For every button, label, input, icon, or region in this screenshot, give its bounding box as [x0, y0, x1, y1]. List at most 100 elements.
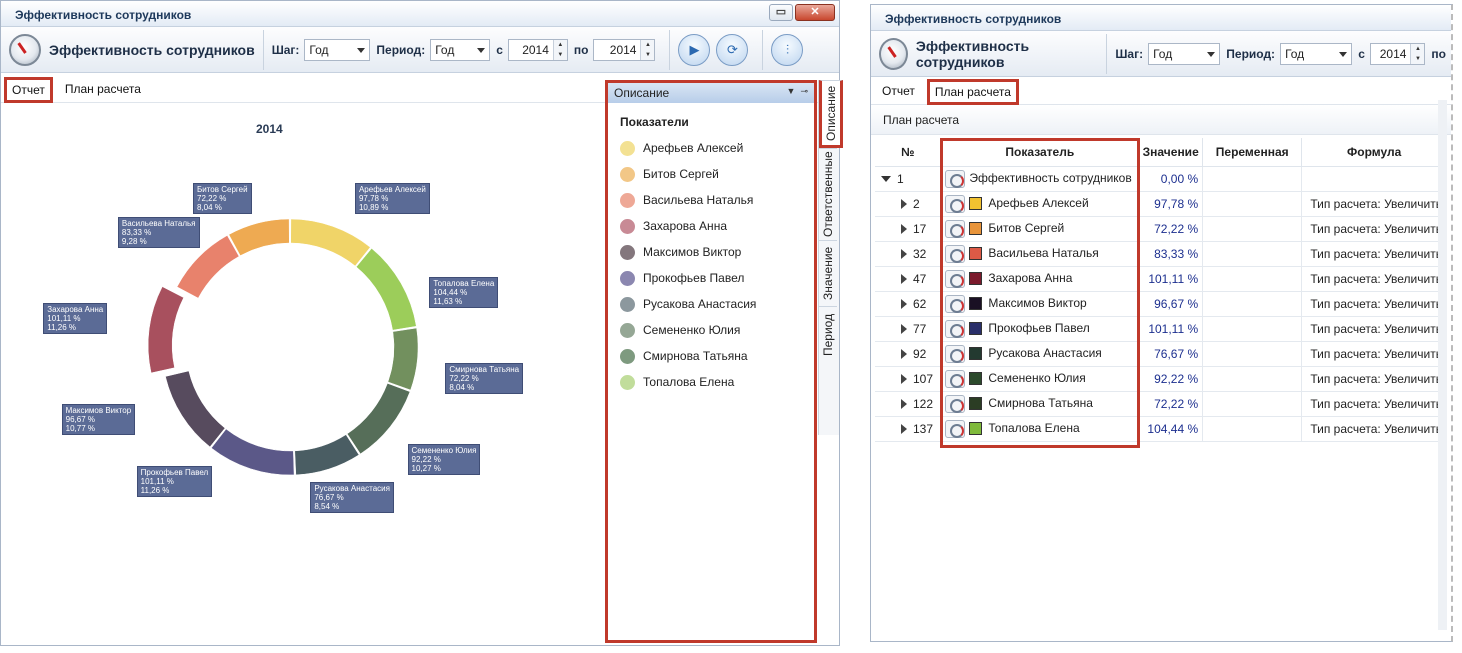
- period-select[interactable]: Год: [430, 38, 491, 61]
- legend-marker: [620, 192, 635, 208]
- spin-arrows-icon[interactable]: ▲ ▼: [1410, 43, 1425, 64]
- col-variable[interactable]: Переменная: [1202, 138, 1303, 167]
- run-button[interactable]: ▶: [678, 33, 711, 66]
- tab-report[interactable]: Отчет: [875, 79, 922, 104]
- expand-icon[interactable]: [901, 249, 907, 260]
- expand-icon[interactable]: [901, 424, 907, 435]
- donut-slice[interactable]: [147, 286, 184, 374]
- app-title: Эффективность сотрудников: [915, 37, 1030, 70]
- legend-item[interactable]: Прокофьев Павел: [608, 265, 814, 291]
- col-num[interactable]: №: [875, 138, 942, 167]
- dropdown-icon[interactable]: ▼: [787, 86, 796, 96]
- legend-marker: [620, 348, 635, 364]
- slice-label: Семененко Юлия 92,22 % 10,27 %: [407, 444, 481, 476]
- legend-label: Прокофьев Павел: [643, 271, 745, 285]
- cell-formula: Тип расчета: Увеличить: [1301, 391, 1447, 417]
- step-select[interactable]: Год: [304, 38, 371, 61]
- window-titlebar: Эффективность сотрудников ▭ ✕: [1, 1, 839, 27]
- expand-icon[interactable]: [901, 399, 907, 410]
- col-value[interactable]: Значение: [1138, 138, 1204, 167]
- legend-item[interactable]: Захарова Анна: [608, 213, 814, 239]
- tab-calc-plan[interactable]: План расчета: [926, 79, 1019, 105]
- donut-slice[interactable]: [211, 428, 295, 476]
- step-select[interactable]: Год: [1148, 42, 1221, 65]
- vtab-responsible[interactable]: Ответственные: [819, 148, 837, 240]
- legend-item[interactable]: Арефьев Алексей: [608, 135, 814, 161]
- expand-icon[interactable]: [901, 374, 907, 385]
- slice-label-share: 8,54 %: [314, 502, 340, 512]
- legend-item[interactable]: Битов Сергей: [608, 161, 814, 187]
- cell-variable: [1202, 191, 1303, 217]
- legend-label: Русакова Анастасия: [643, 297, 757, 311]
- expand-icon[interactable]: [901, 274, 907, 285]
- expand-icon[interactable]: [901, 324, 907, 335]
- slice-label-value: 96,67 %: [65, 414, 96, 424]
- col-formula[interactable]: Формула: [1301, 138, 1447, 167]
- legend-marker: [620, 374, 635, 390]
- legend-label: Арефьев Алексей: [643, 141, 744, 155]
- donut-slice[interactable]: [294, 434, 360, 476]
- donut-slice[interactable]: [228, 218, 290, 256]
- cell-value: 83,33 %: [1138, 241, 1204, 267]
- slice-label-share: 8,04 %: [197, 203, 222, 213]
- cell-variable: [1202, 266, 1303, 292]
- collapse-icon[interactable]: [881, 176, 891, 183]
- legend-marker: [620, 270, 635, 286]
- spin-arrows-icon[interactable]: ▲ ▼: [552, 39, 567, 60]
- cell-formula: Тип расчета: Увеличить: [1301, 366, 1447, 392]
- from-year-value: 2014: [1379, 46, 1407, 61]
- legend-item[interactable]: Максимов Виктор: [608, 239, 814, 265]
- from-year-spinner[interactable]: 2014 ▲ ▼: [1369, 42, 1426, 65]
- sliders-icon: ⫶: [785, 41, 790, 57]
- row-number: 17: [913, 221, 927, 236]
- donut-slice[interactable]: [346, 382, 411, 455]
- spin-arrows-icon[interactable]: ▲ ▼: [640, 39, 655, 60]
- cell-formula: [1301, 166, 1447, 192]
- play-icon: ▶: [689, 41, 700, 57]
- slice-label-value: 92,22 %: [411, 455, 441, 465]
- vtab-description[interactable]: Описание: [819, 80, 843, 148]
- legend-item[interactable]: Русакова Анастасия: [608, 291, 814, 317]
- period-select[interactable]: Год: [1280, 42, 1353, 65]
- vertical-scrollbar[interactable]: [1438, 100, 1447, 630]
- section-title: План расчета: [883, 113, 960, 127]
- settings-button[interactable]: ⫶: [771, 33, 804, 66]
- slice-label-share: 11,26 %: [140, 486, 170, 496]
- cell-value: 72,22 %: [1138, 391, 1204, 417]
- cell-variable: [1202, 216, 1303, 242]
- legend-item[interactable]: Топалова Елена: [608, 369, 814, 395]
- panel-title: Описание: [614, 86, 670, 100]
- slice-label-name: Семененко Юлия: [411, 446, 477, 456]
- vtab-value[interactable]: Значение: [819, 240, 837, 306]
- refresh-button[interactable]: ⟳: [716, 33, 749, 66]
- cell-value: 101,11 %: [1138, 266, 1204, 292]
- step-value: Год: [1153, 46, 1173, 61]
- donut-slice[interactable]: [387, 327, 419, 391]
- expand-icon[interactable]: [901, 224, 907, 235]
- panel-controls[interactable]: ▼ ⊸: [787, 86, 808, 97]
- row-number: 47: [913, 271, 927, 286]
- to-label: по: [1431, 46, 1446, 61]
- legend-item[interactable]: Смирнова Татьяна: [608, 343, 814, 369]
- vtab-period[interactable]: Период: [819, 306, 837, 362]
- expand-icon[interactable]: [901, 349, 907, 360]
- donut-slice[interactable]: [290, 218, 371, 267]
- expand-icon[interactable]: [901, 199, 907, 210]
- chevron-down-icon: [1207, 51, 1216, 57]
- slice-label: Смирнова Татьяна 72,22 % 8,04 %: [445, 362, 524, 394]
- legend-marker: [620, 296, 635, 312]
- cell-num: 137: [875, 416, 942, 442]
- side-tabs: Описание Ответственные Значение Период: [818, 80, 843, 435]
- close-window-button[interactable]: ✕: [795, 4, 835, 21]
- donut-slice[interactable]: [165, 370, 226, 448]
- donut-slice[interactable]: [355, 248, 417, 331]
- from-year-spinner[interactable]: 2014 ▲ ▼: [507, 38, 568, 61]
- expand-icon[interactable]: [901, 299, 907, 310]
- legend-item[interactable]: Васильева Наталья: [608, 187, 814, 213]
- legend-marker: [620, 218, 635, 234]
- restore-window-button[interactable]: ▭: [769, 4, 793, 21]
- pin-icon[interactable]: ⊸: [800, 86, 808, 96]
- to-year-spinner[interactable]: 2014 ▲ ▼: [593, 38, 656, 61]
- panel-header: Описание ▼ ⊸: [608, 83, 814, 103]
- legend-item[interactable]: Семененко Юлия: [608, 317, 814, 343]
